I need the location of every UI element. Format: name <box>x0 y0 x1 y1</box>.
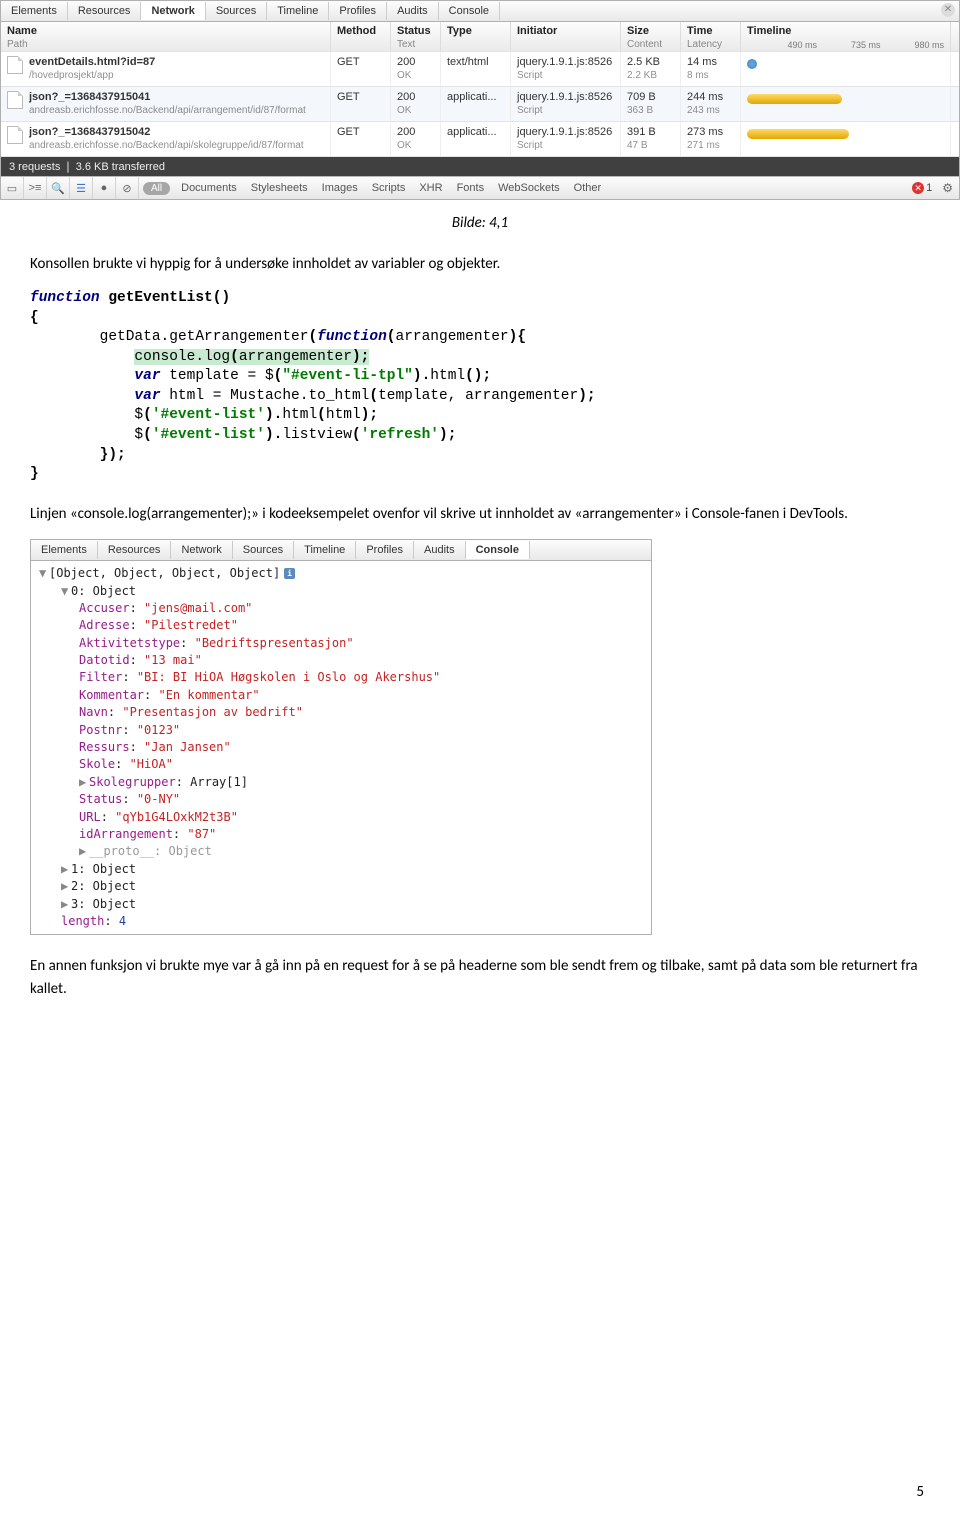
table-row[interactable]: eventDetails.html?id=87/hovedprosjekt/ap… <box>1 52 959 87</box>
tab-console[interactable]: Console <box>466 541 530 559</box>
console-prop: Skole: "HiOA" <box>39 756 643 773</box>
chevron-right-icon[interactable]: ▶ <box>79 843 89 860</box>
devtools-network-panel: Elements Resources Network Sources Timel… <box>0 0 960 200</box>
console-prop: Filter: "BI: BI HiOA Høgskolen i Oslo og… <box>39 669 643 686</box>
filter-stylesheets[interactable]: Stylesheets <box>244 182 315 194</box>
col-name[interactable]: Name <box>7 25 37 37</box>
filter-documents[interactable]: Documents <box>174 182 244 194</box>
search-icon[interactable]: 🔍 <box>47 177 70 199</box>
tab-timeline[interactable]: Timeline <box>294 541 356 559</box>
table-row[interactable]: json?_=1368437915041andreasb.erichfosse.… <box>1 87 959 122</box>
console-prop: Accuser: "jens@mail.com" <box>39 600 643 617</box>
console-output: ▼ [Object, Object, Object, Object]i ▼ 0:… <box>31 561 651 934</box>
col-time[interactable]: Time <box>687 25 712 37</box>
tab-sources[interactable]: Sources <box>206 2 267 20</box>
tab-profiles[interactable]: Profiles <box>356 541 414 559</box>
console-prop: Ressurs: "Jan Jansen" <box>39 739 643 756</box>
devtools-tab-bar: Elements Resources Network Sources Timel… <box>31 540 651 561</box>
timeline-ticks: 490 ms 735 ms 980 ms <box>787 40 944 50</box>
col-status-sub: Text <box>397 39 415 50</box>
gear-icon[interactable]: ⚙ <box>936 181 959 195</box>
console-prop: Aktivitetstype: "Bedriftspresentasjon" <box>39 635 643 652</box>
chevron-right-icon[interactable]: ▶ <box>61 861 71 878</box>
close-icon[interactable]: ✕ <box>941 3 955 17</box>
tab-audits[interactable]: Audits <box>387 2 439 20</box>
timeline-bar <box>747 59 757 69</box>
chevron-right-icon[interactable]: ▶ <box>79 774 89 791</box>
tab-timeline[interactable]: Timeline <box>267 2 329 20</box>
table-row[interactable]: json?_=1368437915042andreasb.erichfosse.… <box>1 122 959 157</box>
file-icon <box>7 126 23 144</box>
console-toggle-icon[interactable]: >≡ <box>24 177 47 199</box>
tab-elements[interactable]: Elements <box>1 2 68 20</box>
network-table-header: Name Path Method Status Text Type Initiato… <box>1 22 959 52</box>
col-name-sub: Path <box>7 39 28 50</box>
file-icon <box>7 91 23 109</box>
filter-scripts[interactable]: Scripts <box>365 182 413 194</box>
tab-network[interactable]: Network <box>141 2 205 20</box>
chevron-right-icon[interactable]: ▶ <box>61 878 71 895</box>
tab-sources[interactable]: Sources <box>233 541 294 559</box>
col-status[interactable]: Status <box>397 25 431 37</box>
chevron-down-icon[interactable]: ▼ <box>61 583 71 600</box>
col-size[interactable]: Size <box>627 25 649 37</box>
network-status-bar: 3 requests ❘ 3.6 KB transferred <box>1 157 959 176</box>
chevron-down-icon[interactable]: ▼ <box>39 565 49 582</box>
timeline-bar <box>747 129 849 139</box>
tab-profiles[interactable]: Profiles <box>329 2 387 20</box>
filter-images[interactable]: Images <box>315 182 365 194</box>
tab-resources[interactable]: Resources <box>98 541 172 559</box>
devtools-console-panel: Elements Resources Network Sources Timel… <box>30 539 652 935</box>
dock-icon[interactable]: ▭ <box>1 177 24 199</box>
devtools-toolbar: ▭ >≡ 🔍 ☰ ● ⊘ All Documents Stylesheets I… <box>1 176 959 199</box>
col-size-sub: Content <box>627 39 662 50</box>
console-prop: Kommentar: "En kommentar" <box>39 687 643 704</box>
tab-elements[interactable]: Elements <box>31 541 98 559</box>
code-block: function getEventList() { getData.getArr… <box>30 289 930 485</box>
col-type[interactable]: Type <box>447 25 472 37</box>
clear-icon[interactable]: ⊘ <box>116 177 139 199</box>
figure-caption: Bilde: 4,1 <box>30 212 930 235</box>
devtools-tab-bar: Elements Resources Network Sources Timel… <box>1 1 959 22</box>
console-prop: Datotid: "13 mai" <box>39 652 643 669</box>
col-timeline[interactable]: Timeline <box>747 25 791 37</box>
timeline-bar <box>747 94 842 104</box>
tab-resources[interactable]: Resources <box>68 2 142 20</box>
list-icon[interactable]: ☰ <box>70 177 93 199</box>
network-table-body: eventDetails.html?id=87/hovedprosjekt/ap… <box>1 52 959 157</box>
paragraph: En annen funksjon vi brukte mye var å gå… <box>30 955 930 1000</box>
tab-audits[interactable]: Audits <box>414 541 466 559</box>
error-count[interactable]: ✕1 <box>912 182 936 194</box>
console-prop: Postnr: "0123" <box>39 722 643 739</box>
page-number: 5 <box>916 1483 924 1501</box>
info-icon[interactable]: i <box>284 568 295 579</box>
tab-console[interactable]: Console <box>439 2 500 20</box>
console-prop: Adresse: "Pilestredet" <box>39 617 643 634</box>
record-icon[interactable]: ● <box>93 177 116 199</box>
filter-websockets[interactable]: WebSockets <box>491 182 567 194</box>
col-initiator[interactable]: Initiator <box>517 25 557 37</box>
filter-all[interactable]: All <box>143 182 170 195</box>
col-time-sub: Latency <box>687 39 722 50</box>
filter-other[interactable]: Other <box>567 182 609 194</box>
file-icon <box>7 56 23 74</box>
chevron-right-icon[interactable]: ▶ <box>61 896 71 913</box>
console-prop: Navn: "Presentasjon av bedrift" <box>39 704 643 721</box>
paragraph: Linjen «console.log(arrangementer);» i k… <box>30 503 930 526</box>
paragraph: Konsollen brukte vi hyppig for å undersø… <box>30 253 930 276</box>
filter-xhr[interactable]: XHR <box>412 182 449 194</box>
col-method[interactable]: Method <box>337 25 376 37</box>
tab-network[interactable]: Network <box>171 541 232 559</box>
filter-fonts[interactable]: Fonts <box>450 182 492 194</box>
